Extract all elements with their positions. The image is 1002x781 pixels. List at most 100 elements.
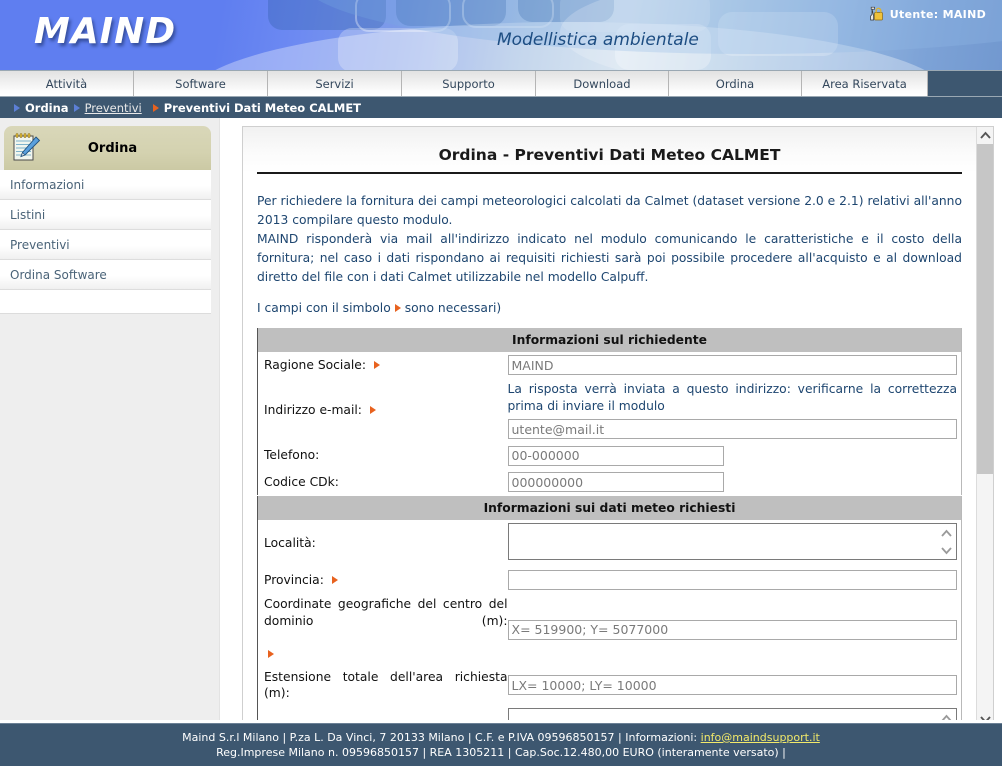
site-footer: Maind S.r.l Milano | P.za L. Da Vinci, 7…	[0, 723, 1002, 766]
footer-line-2: Reg.Imprese Milano n. 09596850157 | REA …	[216, 746, 786, 759]
field-cell: La risposta verrà inviata a questo indir…	[507, 378, 962, 442]
page-title: Ordina - Preventivi Dati Meteo CALMET	[438, 146, 781, 164]
breadcrumb-item-ordina[interactable]: Ordina	[25, 101, 69, 115]
label-cell: Telefono:	[258, 442, 508, 469]
field-cell	[507, 567, 962, 594]
form-row-provincia: Provincia:	[258, 567, 962, 594]
telefono-input[interactable]	[507, 445, 724, 466]
chevron-up-icon	[979, 131, 991, 139]
field-label-coordinate: Coordinate geografiche del centro del do…	[264, 597, 508, 628]
breadcrumb-item-preventivi[interactable]: Preventivi	[85, 101, 142, 115]
breadcrumb-arrow-current-icon	[152, 103, 159, 112]
label-cell: Indirizzo e-mail:	[258, 378, 508, 442]
footer-company-info: Maind S.r.l Milano | P.za L. Da Vinci, 7…	[182, 731, 701, 744]
user-info: Utente: MAIND	[868, 6, 986, 22]
field-cell	[507, 593, 962, 665]
indirizzo-email-input[interactable]	[507, 419, 957, 440]
form-section-header-row: Informazioni sui dati meteo richiesti	[257, 495, 962, 520]
lock-icon	[870, 6, 883, 21]
content-scroll-region: Ordina - Preventivi Dati Meteo CALMET Pe…	[243, 127, 976, 728]
section-header-dati-meteo: Informazioni sui dati meteo richiesti	[257, 495, 962, 520]
field-label-codice-cdk: Codice CDk:	[264, 474, 339, 489]
codice-cdk-input[interactable]	[507, 472, 724, 493]
form-row-email: Indirizzo e-mail: La risposta verrà invi…	[258, 378, 962, 442]
field-label-estensione: Estensione totale dell'area richiesta (m…	[264, 669, 508, 701]
user-label: Utente: MAIND	[889, 7, 986, 21]
email-helper-text: La risposta verrà inviata a questo indir…	[507, 382, 958, 414]
field-cell	[507, 520, 962, 567]
nav-tab-area-riservata[interactable]: Area Riservata	[802, 71, 928, 96]
sidebar-item-preventivi[interactable]: Preventivi	[0, 230, 211, 260]
notepad-pen-icon	[13, 133, 41, 161]
breadcrumb-arrow-icon	[73, 103, 80, 112]
breadcrumb-arrow-icon	[14, 103, 20, 112]
label-cell: Provincia:	[258, 567, 508, 594]
required-note-after: sono necessari)	[404, 301, 502, 316]
localita-textarea[interactable]	[507, 522, 957, 560]
nav-filler	[928, 71, 1002, 96]
sidebar-item-listini[interactable]: Listini	[0, 200, 211, 230]
field-cell	[507, 666, 962, 705]
nav-tab-attivita[interactable]: Attività	[0, 71, 134, 96]
sidebar: Ordina Informazioni Listini Preventivi O…	[0, 118, 220, 728]
breadcrumb: Ordina Preventivi Preventivi Dati Meteo …	[0, 97, 1002, 118]
sidebar-header: Ordina	[4, 126, 211, 170]
section-header-richiedente: Informazioni sul richiedente	[257, 327, 962, 352]
sidebar-item-informazioni[interactable]: Informazioni	[0, 170, 211, 200]
footer-email-link[interactable]: info@maindsupport.it	[701, 731, 820, 744]
form-row-estensione: Estensione totale dell'area richiesta (m…	[258, 666, 962, 705]
page-body: Ordina Informazioni Listini Preventivi O…	[0, 118, 1002, 766]
form-row-localita: Località:	[258, 520, 962, 567]
field-label-localita: Località:	[264, 535, 316, 550]
ragione-sociale-input[interactable]	[507, 355, 957, 376]
estensione-input[interactable]	[507, 675, 957, 696]
maind-logo[interactable]: MAIND	[34, 11, 176, 52]
field-label-ragione-sociale: Ragione Sociale:	[264, 357, 366, 372]
breadcrumb-item-current: Preventivi Dati Meteo CALMET	[163, 100, 362, 115]
nav-tab-supporto[interactable]: Supporto	[402, 71, 536, 96]
scroll-up-button[interactable]	[976, 127, 993, 144]
nav-tab-servizi[interactable]: Servizi	[268, 71, 402, 96]
site-banner: MAIND Modellistica ambientale Utente: MA…	[0, 0, 1002, 70]
required-note-before: I campi con il simbolo	[257, 301, 391, 316]
content-scrollbar[interactable]	[976, 127, 993, 728]
intro-paragraph-2: MAIND risponderà via mail all'indirizzo …	[257, 232, 962, 285]
nav-tab-software[interactable]: Software	[134, 71, 268, 96]
label-cell: Ragione Sociale:	[258, 352, 508, 379]
form-row-coordinate: Coordinate geografiche del centro del do…	[258, 593, 962, 665]
scrollbar-track[interactable]	[976, 144, 993, 711]
provincia-input[interactable]	[507, 570, 957, 591]
localita-textarea-wrap	[507, 522, 957, 564]
intro-text: Per richiedere la fornitura dei campi me…	[257, 192, 962, 287]
form-row-telefono: Telefono:	[258, 442, 962, 469]
required-marker-icon	[331, 576, 338, 585]
field-label-indirizzo-email: Indirizzo e-mail:	[264, 402, 362, 417]
content-panel: Ordina - Preventivi Dati Meteo CALMET Pe…	[242, 126, 994, 728]
label-cell: Località:	[258, 520, 508, 567]
content-area: Ordina - Preventivi Dati Meteo CALMET Pe…	[220, 118, 1002, 728]
required-marker-icon	[369, 406, 376, 415]
required-marker-icon	[268, 650, 274, 659]
scrollbar-thumb[interactable]	[976, 144, 993, 474]
sidebar-tail	[0, 290, 211, 314]
label-cell: Estensione totale dell'area richiesta (m…	[258, 666, 508, 705]
required-marker-icon	[394, 304, 401, 313]
title-divider	[257, 172, 962, 174]
nav-tab-download[interactable]: Download	[536, 71, 669, 96]
field-cell	[507, 469, 962, 496]
sidebar-item-ordina-software[interactable]: Ordina Software	[0, 260, 211, 290]
label-cell: Coordinate geografiche del centro del do…	[258, 593, 508, 665]
field-cell	[507, 352, 962, 379]
sidebar-menu: Informazioni Listini Preventivi Ordina S…	[0, 170, 219, 314]
nav-tab-ordina[interactable]: Ordina	[669, 71, 802, 96]
required-marker-icon	[373, 361, 380, 370]
field-label-telefono: Telefono:	[264, 448, 320, 463]
form-section-header-row: Informazioni sul richiedente	[257, 327, 962, 352]
coordinate-input[interactable]	[507, 619, 957, 640]
intro-paragraph-1: Per richiedere la fornitura dei campi me…	[257, 194, 962, 228]
required-fields-note: I campi con il simbolo sono necessari)	[257, 301, 962, 315]
sidebar-title: Ordina	[87, 140, 138, 156]
field-cell	[507, 442, 962, 469]
field-label-provincia: Provincia:	[264, 572, 324, 587]
footer-line-1: Maind S.r.l Milano | P.za L. Da Vinci, 7…	[182, 731, 820, 744]
